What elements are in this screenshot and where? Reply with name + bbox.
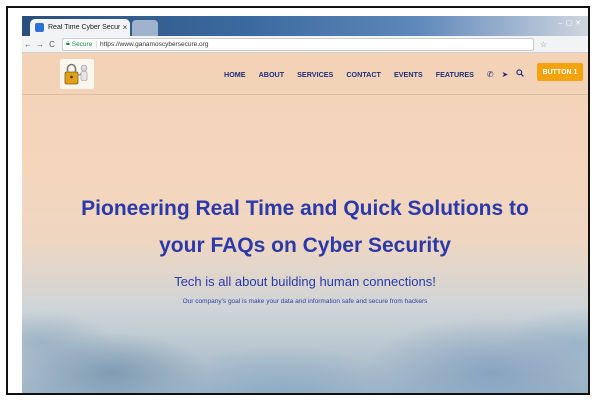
url-separator: | — [95, 40, 98, 48]
hero-title-line1: Pioneering Real Time and Quick Solutions… — [81, 197, 529, 220]
web-page: HOME ABOUT SERVICES CONTACT EVENTS FEATU… — [22, 53, 588, 393]
tab-title: Real Time Cyber Security — [48, 24, 120, 31]
new-tab-button[interactable] — [132, 20, 158, 36]
back-icon[interactable]: ← — [22, 40, 34, 49]
lock-icon: 🔒︎ — [66, 40, 70, 47]
phone-icon[interactable]: ✆ — [487, 70, 494, 79]
tab-strip: Real Time Cyber Security × –▢✕ — [22, 16, 588, 36]
site-logo[interactable] — [60, 59, 94, 89]
nav-about[interactable]: ABOUT — [259, 70, 285, 79]
browser-tab[interactable]: Real Time Cyber Security × — [30, 19, 130, 36]
nav-contact[interactable]: CONTACT — [346, 70, 381, 79]
tab-close-icon[interactable]: × — [120, 23, 130, 32]
browser-window: Real Time Cyber Security × –▢✕ ← → C 🔒︎ … — [22, 16, 588, 393]
reload-icon[interactable]: C — [46, 40, 58, 49]
bookmark-star-icon[interactable]: ☆ — [540, 40, 547, 49]
main-navigation: HOME ABOUT SERVICES CONTACT EVENTS FEATU… — [224, 67, 532, 81]
send-icon[interactable]: ➤ — [502, 70, 509, 79]
favicon-icon — [35, 23, 44, 32]
nav-home[interactable]: HOME — [224, 70, 246, 79]
url-field[interactable]: 🔒︎ Secure | https://www.ganamoscybersecu… — [62, 37, 534, 51]
secure-label: Secure — [71, 40, 93, 48]
nav-events[interactable]: EVENTS — [394, 70, 423, 79]
nav-features[interactable]: FEATURES — [436, 70, 474, 79]
window-controls[interactable]: –▢✕ — [559, 19, 584, 27]
padlock-logo-icon — [64, 63, 88, 85]
hero-tagline: Our company's goal is make your data and… — [182, 298, 428, 305]
hero-subtitle: Tech is all about building human connect… — [174, 274, 436, 289]
button-1[interactable]: BUTTON 1 — [537, 63, 583, 81]
url-text: https://www.ganamoscybersecure.org — [100, 40, 209, 48]
header-divider — [22, 94, 588, 95]
forward-icon[interactable]: → — [34, 40, 46, 49]
address-bar: ← → C 🔒︎ Secure | https://www.ganamoscyb… — [22, 36, 588, 53]
hero-title-line2: your FAQs on Cyber Security — [159, 234, 451, 257]
search-icon[interactable] — [516, 69, 525, 79]
nav-services[interactable]: SERVICES — [297, 70, 333, 79]
